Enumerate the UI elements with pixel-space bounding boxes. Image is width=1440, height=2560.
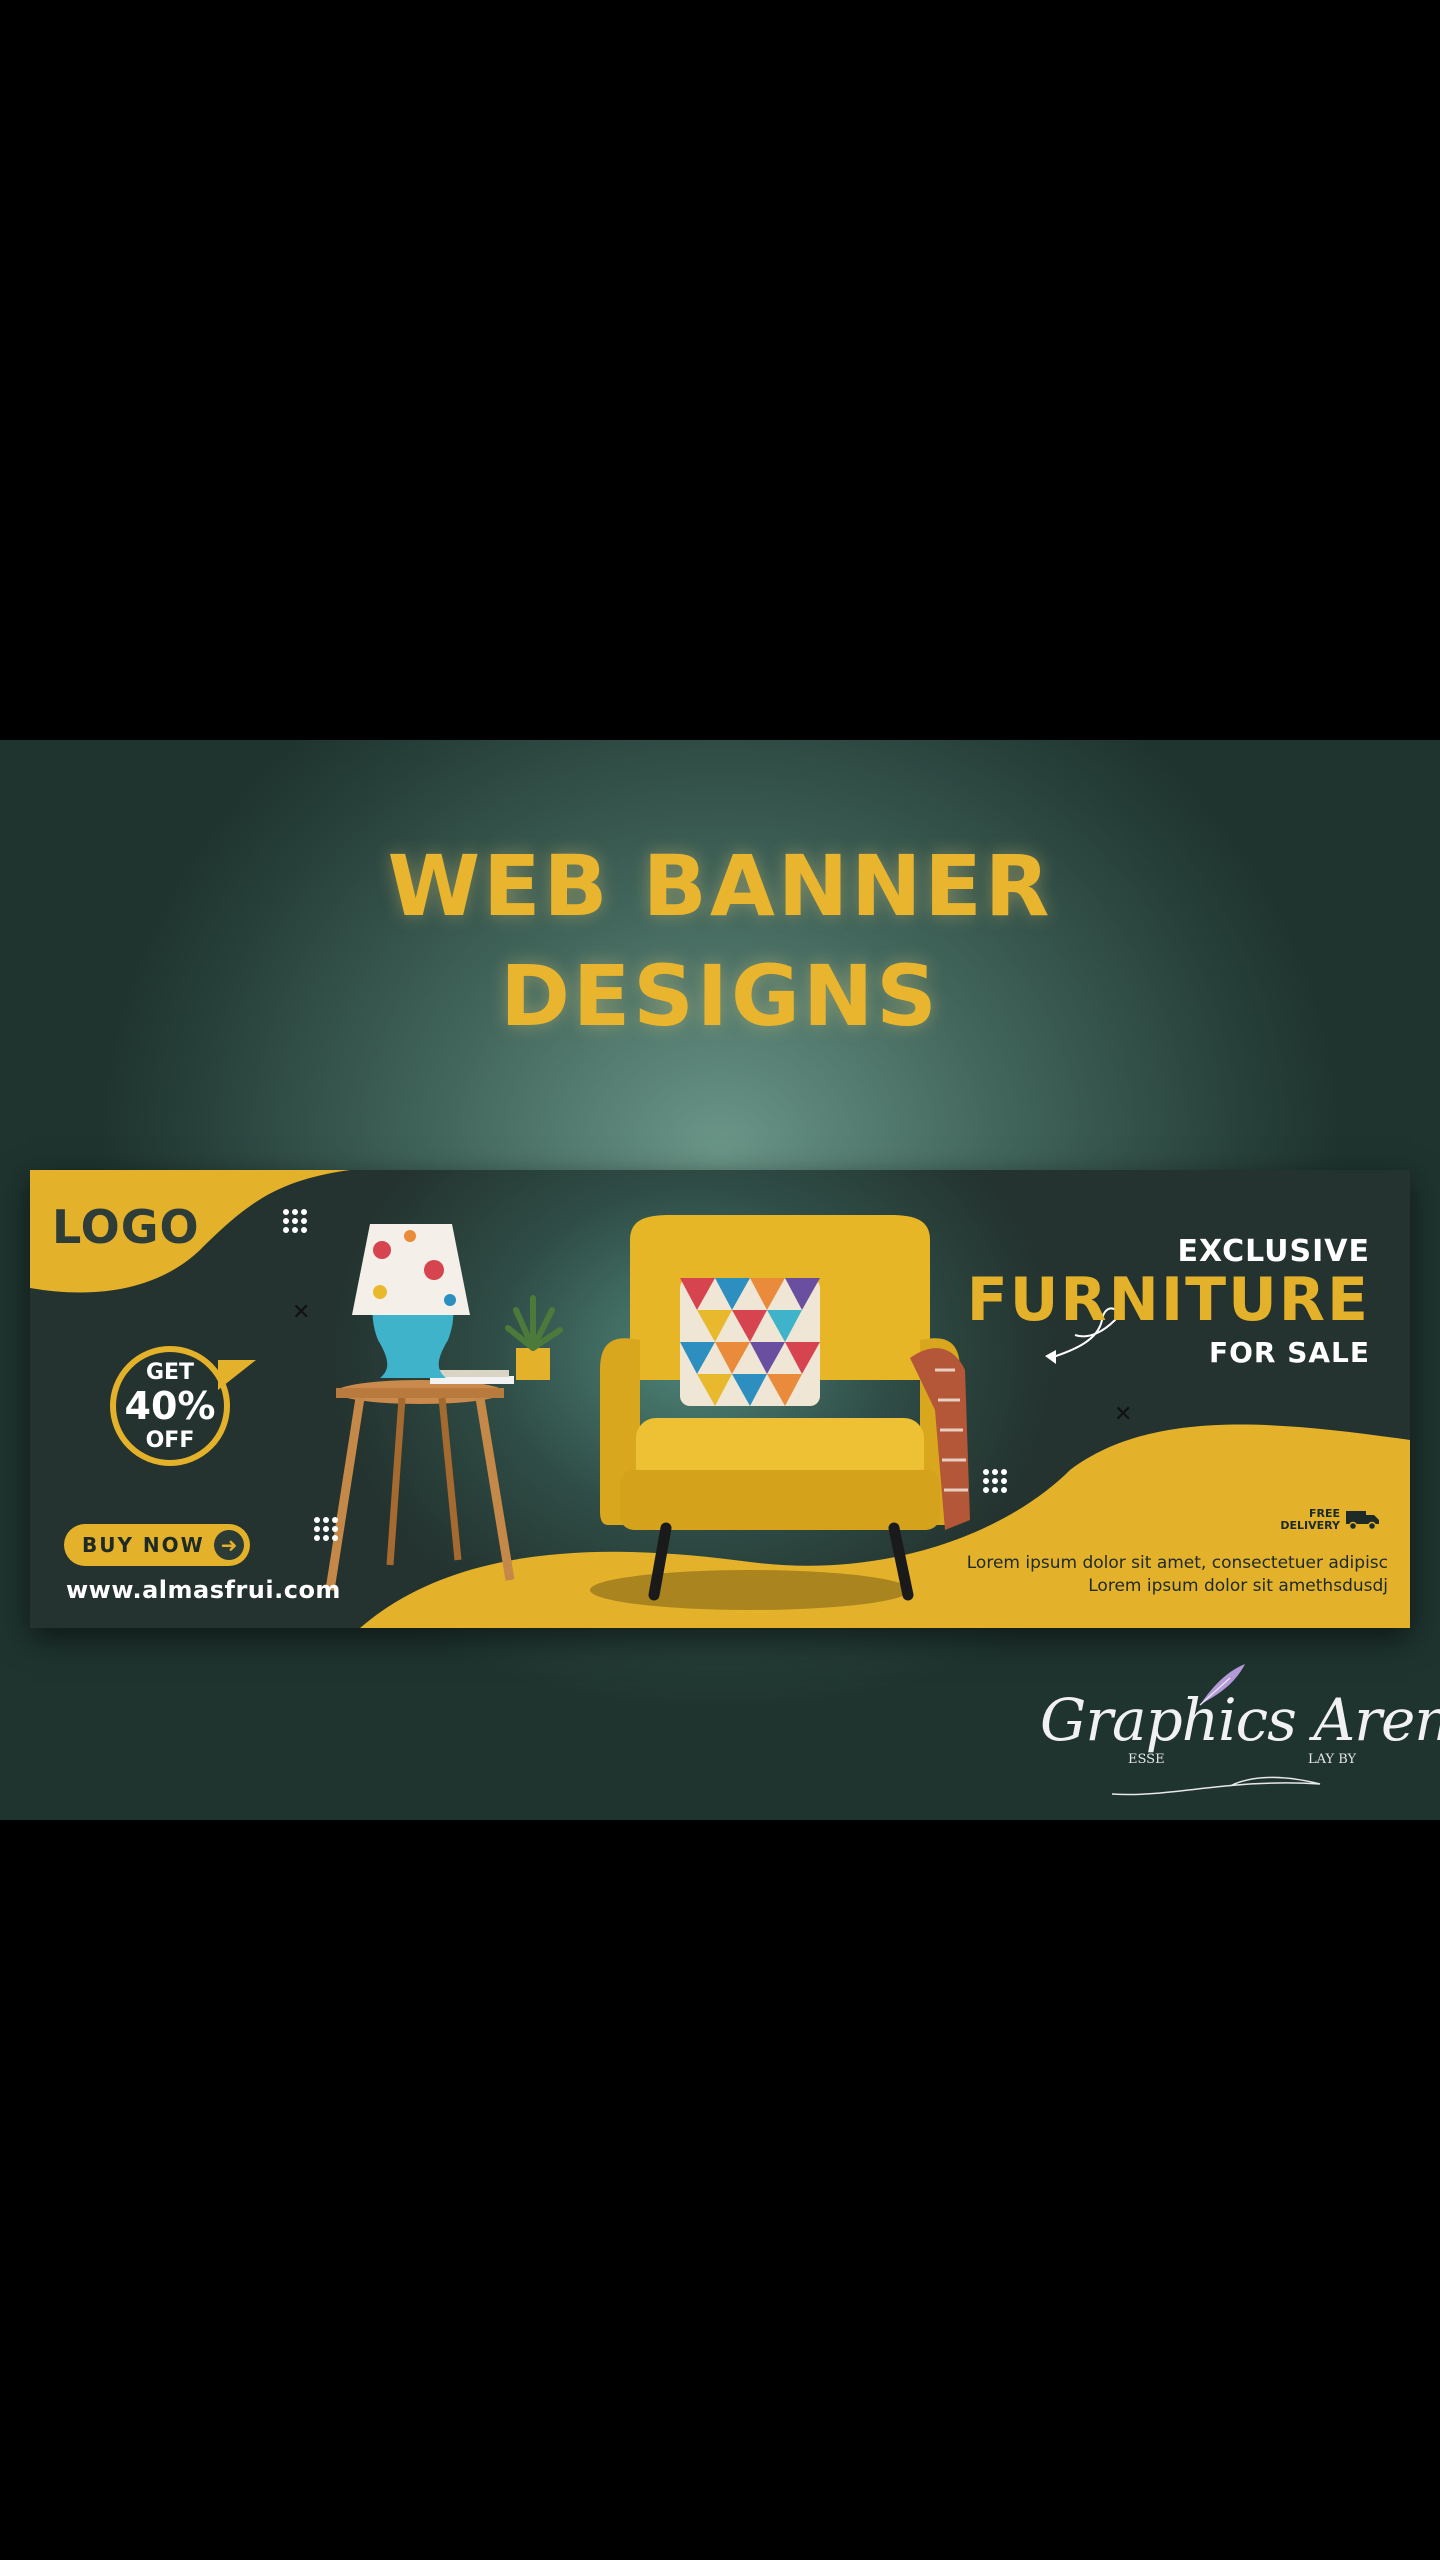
delivery-line-1: FREE <box>1308 1507 1340 1520</box>
artwork-canvas: WEB BANNER DESIGNS LOGO ✕ ✕ GET 40% OFF … <box>0 740 1440 1820</box>
lamp-illustration <box>352 1224 470 1378</box>
arrow-right-icon: ➜ <box>214 1530 244 1560</box>
close-icon: ✕ <box>1114 1402 1133 1427</box>
headline-line-2: DESIGNS <box>500 947 940 1045</box>
web-banner: LOGO ✕ ✕ GET 40% OFF BUY NOW ➜ www.almas… <box>30 1170 1410 1628</box>
close-icon: ✕ <box>292 1300 311 1325</box>
free-delivery-badge: FREE DELIVERY <box>1280 1508 1380 1531</box>
signature-left: ESSE <box>1128 1752 1165 1767</box>
title-exclusive: EXCLUSIVE <box>1177 1234 1370 1269</box>
headline-line-1: WEB BANNER <box>387 837 1053 935</box>
discount-get: GET <box>145 1360 195 1385</box>
banner-description: Lorem ipsum dolor sit amet, consectetuer… <box>967 1552 1388 1598</box>
signature-watermark: Graphics Arena ESSE LAY BY <box>1040 1660 1440 1810</box>
discount-badge: GET 40% OFF <box>110 1346 256 1466</box>
title-for-sale: FOR SALE <box>1208 1336 1370 1369</box>
signature-flourish <box>1111 1776 1321 1796</box>
truck-icon <box>1346 1510 1379 1530</box>
dot-grid-icon <box>314 1517 338 1541</box>
signature-right: LAY BY <box>1308 1752 1357 1767</box>
website-link[interactable]: www.almasfrui.com <box>66 1576 341 1604</box>
plant-illustration <box>505 1295 563 1380</box>
delivery-line-2: DELIVERY <box>1280 1518 1340 1532</box>
logo-placeholder: LOGO <box>52 1200 200 1254</box>
description-line-1: Lorem ipsum dolor sit amet, consectetuer… <box>966 1553 1388 1573</box>
title-furniture: FURNITURE <box>966 1265 1370 1335</box>
side-table-illustration <box>325 1370 515 1591</box>
buy-now-label: BUY NOW <box>82 1533 205 1557</box>
dot-grid-icon <box>283 1209 307 1233</box>
description-line-2: Lorem ipsum dolor sit amethsdusdj <box>1088 1575 1388 1596</box>
discount-off: OFF <box>145 1428 195 1453</box>
buy-now-button[interactable]: BUY NOW ➜ <box>64 1524 250 1566</box>
signature-text: Graphics Arena <box>1040 1686 1440 1754</box>
dot-grid-icon <box>983 1469 1007 1493</box>
discount-percent: 40% <box>124 1384 216 1428</box>
armchair-illustration <box>600 1215 970 1601</box>
